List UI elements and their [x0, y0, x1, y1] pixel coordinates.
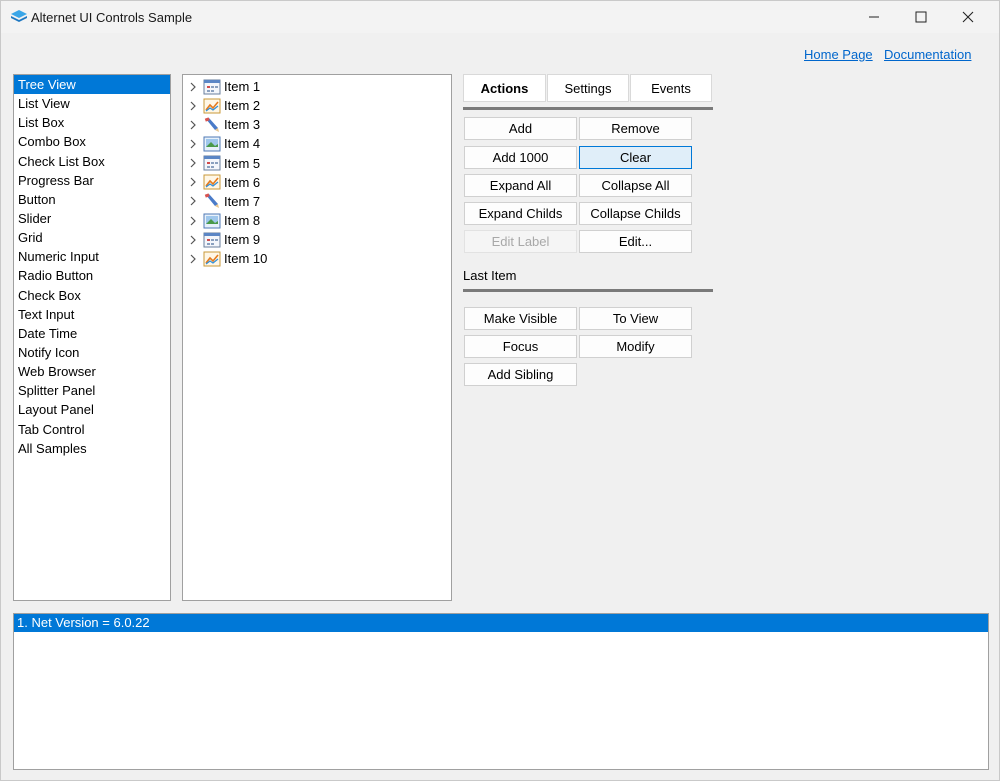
chart-icon	[203, 98, 221, 114]
maximize-icon	[915, 11, 927, 23]
chart-icon	[203, 174, 221, 190]
tree-item-label: Item 7	[224, 193, 261, 209]
tree-item[interactable]: Item 6	[183, 173, 451, 192]
documentation-link[interactable]: Documentation	[884, 47, 971, 62]
chevron-right-icon[interactable]	[183, 235, 203, 245]
sample-item-check-box[interactable]: Check Box	[14, 286, 170, 305]
tree-item-label: Item 5	[224, 155, 261, 171]
tree-item[interactable]: Item 1	[183, 77, 451, 96]
log-entry[interactable]: 1. Net Version = 6.0.22	[14, 614, 988, 632]
add-sibling-button[interactable]: Add Sibling	[464, 363, 577, 386]
chevron-right-icon[interactable]	[183, 82, 203, 92]
pencil-icon	[204, 117, 219, 132]
sample-item-grid[interactable]: Grid	[14, 228, 170, 247]
chart-icon	[203, 251, 221, 267]
tree-item[interactable]: Item 3	[183, 115, 451, 134]
tree-item[interactable]: Item 4	[183, 134, 451, 153]
title-bar[interactable]: Alternet UI Controls Sample	[1, 1, 999, 33]
sample-item-list-box[interactable]: List Box	[14, 113, 170, 132]
home-page-link[interactable]: Home Page	[804, 47, 873, 62]
app-logo-icon	[11, 10, 27, 22]
sample-item-tab-control[interactable]: Tab Control	[14, 420, 170, 439]
picture-icon	[203, 136, 221, 152]
remove-button[interactable]: Remove	[579, 117, 692, 140]
chevron-right-icon[interactable]	[183, 177, 203, 187]
tree-item-label: Item 10	[224, 251, 268, 267]
pencil-icon	[204, 193, 219, 209]
sample-item-splitter-panel[interactable]: Splitter Panel	[14, 381, 170, 400]
sample-item-numeric-input[interactable]: Numeric Input	[14, 247, 170, 266]
expand-childs-button[interactable]: Expand Childs	[464, 202, 577, 225]
chevron-right-icon[interactable]	[183, 158, 203, 168]
edit-button[interactable]: Edit...	[579, 230, 692, 253]
add-button[interactable]: Add	[464, 117, 577, 140]
tab-events[interactable]: Events	[630, 74, 712, 102]
make-visible-button[interactable]: Make Visible	[464, 307, 577, 330]
tree-item-label: Item 2	[224, 98, 261, 114]
tree-item-label: Item 4	[224, 136, 261, 152]
tree-item[interactable]: Item 9	[183, 230, 451, 249]
clear-button[interactable]: Clear	[579, 146, 692, 169]
last-item-divider	[463, 289, 713, 292]
samples-list[interactable]: Tree View List View List Box Combo Box C…	[13, 74, 171, 601]
expand-all-button[interactable]: Expand All	[464, 174, 577, 197]
tree-item-label: Item 3	[224, 117, 261, 133]
sample-item-button[interactable]: Button	[14, 190, 170, 209]
tree-item[interactable]: Item 10	[183, 249, 451, 268]
tree-item[interactable]: Item 8	[183, 211, 451, 230]
maximize-button[interactable]	[898, 1, 944, 33]
tree-item-label: Item 9	[224, 232, 261, 248]
collapse-all-button[interactable]: Collapse All	[579, 174, 692, 197]
chevron-right-icon[interactable]	[183, 139, 203, 149]
edit-label-button[interactable]: Edit Label	[464, 230, 577, 253]
close-icon	[962, 11, 974, 23]
sample-item-layout-panel[interactable]: Layout Panel	[14, 400, 170, 419]
sample-item-text-input[interactable]: Text Input	[14, 305, 170, 324]
tree-item-label: Item 6	[224, 174, 261, 190]
tree-item[interactable]: Item 7	[183, 192, 451, 211]
tree-item[interactable]: Item 2	[183, 96, 451, 115]
tab-actions[interactable]: Actions	[463, 74, 546, 102]
tree-item[interactable]: Item 5	[183, 154, 451, 173]
sample-item-slider[interactable]: Slider	[14, 209, 170, 228]
picture-icon	[203, 213, 221, 229]
collapse-childs-button[interactable]: Collapse Childs	[579, 202, 692, 225]
sample-item-all-samples[interactable]: All Samples	[14, 439, 170, 458]
close-button[interactable]	[945, 1, 991, 33]
window-title: Alternet UI Controls Sample	[31, 10, 193, 25]
tree-item-label: Item 1	[224, 79, 261, 95]
tab-divider	[463, 107, 713, 110]
sample-item-radio-button[interactable]: Radio Button	[14, 266, 170, 285]
tree-view[interactable]: Item 1 Item 2 Item 3 Item 4 Item 5 Item …	[182, 74, 452, 601]
sample-item-progress-bar[interactable]: Progress Bar	[14, 171, 170, 190]
add-1000-button[interactable]: Add 1000	[464, 146, 577, 169]
sample-item-list-view[interactable]: List View	[14, 94, 170, 113]
calendar-icon	[203, 155, 221, 171]
sample-item-combo-box[interactable]: Combo Box	[14, 132, 170, 151]
to-view-button[interactable]: To View	[579, 307, 692, 330]
sample-item-web-browser[interactable]: Web Browser	[14, 362, 170, 381]
minimize-icon	[869, 16, 879, 18]
tab-settings[interactable]: Settings	[547, 74, 629, 102]
sample-item-notify-icon[interactable]: Notify Icon	[14, 343, 170, 362]
sample-item-check-list-box[interactable]: Check List Box	[14, 152, 170, 171]
modify-button[interactable]: Modify	[579, 335, 692, 358]
calendar-icon	[203, 79, 221, 95]
chevron-right-icon[interactable]	[183, 216, 203, 226]
main-window: Alternet UI Controls Sample Home Page Do…	[0, 0, 1000, 781]
focus-button[interactable]: Focus	[464, 335, 577, 358]
log-list[interactable]: 1. Net Version = 6.0.22	[13, 613, 989, 770]
calendar-icon	[203, 232, 221, 248]
last-item-heading: Last Item	[463, 268, 517, 283]
chevron-right-icon[interactable]	[183, 254, 203, 264]
minimize-button[interactable]	[851, 1, 897, 33]
chevron-right-icon[interactable]	[183, 120, 203, 130]
chevron-right-icon[interactable]	[183, 196, 203, 206]
sample-item-tree-view[interactable]: Tree View	[14, 75, 170, 95]
sample-item-date-time[interactable]: Date Time	[14, 324, 170, 343]
chevron-right-icon[interactable]	[183, 101, 203, 111]
tree-item-label: Item 8	[224, 213, 261, 229]
